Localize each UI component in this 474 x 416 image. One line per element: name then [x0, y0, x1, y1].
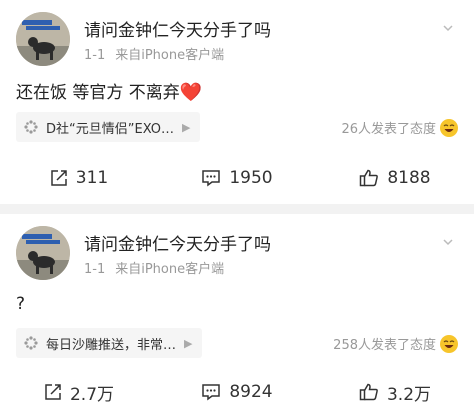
chevron-right-icon: ▶: [184, 336, 193, 350]
like-count: 3.2万: [386, 384, 432, 405]
repost-button[interactable]: 2.7万: [0, 372, 158, 412]
repost-icon: [51, 170, 67, 186]
laughing-emoji-icon: [440, 334, 458, 353]
topic-card[interactable]: D社“元旦情侣”EXO… ▶: [16, 112, 201, 142]
attitude-summary[interactable]: 26人发表了态度: [341, 118, 458, 137]
avatar[interactable]: [16, 226, 70, 280]
chevron-down-icon[interactable]: [442, 22, 454, 34]
topic-card[interactable]: 每日沙雕推送，非常… ▶: [16, 328, 203, 358]
topic-icon: [24, 120, 38, 134]
post-source: 来自iPhone客户端: [115, 48, 225, 63]
post-content: 还在饭 等官方 不离弃❤️: [16, 78, 202, 103]
avatar[interactable]: [16, 12, 70, 66]
repost-count: 311: [75, 168, 109, 188]
like-count: 8188: [387, 168, 431, 188]
topic-title: D社“元旦情侣”EXO…: [46, 121, 175, 137]
repost-icon: [45, 384, 61, 400]
post-actions: 311 1950 8188: [0, 158, 474, 198]
comment-count: 1950: [229, 168, 273, 188]
comment-button[interactable]: 1950: [158, 158, 316, 198]
like-button[interactable]: 8188: [316, 158, 474, 198]
like-icon: [360, 169, 379, 187]
comment-count: 8924: [229, 382, 273, 402]
post-source: 来自iPhone客户端: [115, 262, 225, 277]
like-icon: [359, 383, 378, 401]
attitude-count: 26人发表了态度: [341, 122, 436, 137]
post-actions: 2.7万 8924 3.2万: [0, 372, 474, 412]
comment-button[interactable]: 8924: [158, 372, 316, 412]
heart-emoji: ❤️: [179, 82, 203, 103]
attitude-count: 258人发表了态度: [333, 338, 436, 353]
post-divider: [0, 204, 474, 214]
chevron-right-icon: ▶: [182, 120, 191, 134]
chevron-down-icon[interactable]: [442, 236, 454, 248]
post-date: 1-1: [84, 48, 106, 63]
repost-count: 2.7万: [69, 384, 115, 405]
topic-icon: [24, 336, 38, 350]
attitude-summary[interactable]: 258人发表了态度: [333, 334, 458, 353]
laughing-emoji-icon: [440, 118, 458, 137]
post-meta: 1-1 来自iPhone客户端: [84, 44, 224, 63]
post-text: 还在饭 等官方 不离弃: [16, 83, 180, 103]
weibo-post: 请问金钟仁今天分手了吗 1-1 来自iPhone客户端 ? 每日沙雕推送，非常… …: [0, 214, 474, 416]
topic-title: 每日沙雕推送，非常…: [46, 337, 177, 353]
post-content: ?: [16, 294, 25, 314]
post-meta: 1-1 来自iPhone客户端: [84, 258, 224, 277]
comment-icon: [202, 170, 221, 187]
like-button[interactable]: 3.2万: [316, 372, 474, 412]
repost-button[interactable]: 311: [0, 158, 158, 198]
post-date: 1-1: [84, 262, 106, 277]
weibo-post: 请问金钟仁今天分手了吗 1-1 来自iPhone客户端 还在饭 等官方 不离弃❤️…: [0, 0, 474, 204]
comment-icon: [202, 384, 221, 401]
username[interactable]: 请问金钟仁今天分手了吗: [84, 16, 271, 41]
username[interactable]: 请问金钟仁今天分手了吗: [84, 230, 271, 255]
post-text: ?: [16, 294, 26, 314]
